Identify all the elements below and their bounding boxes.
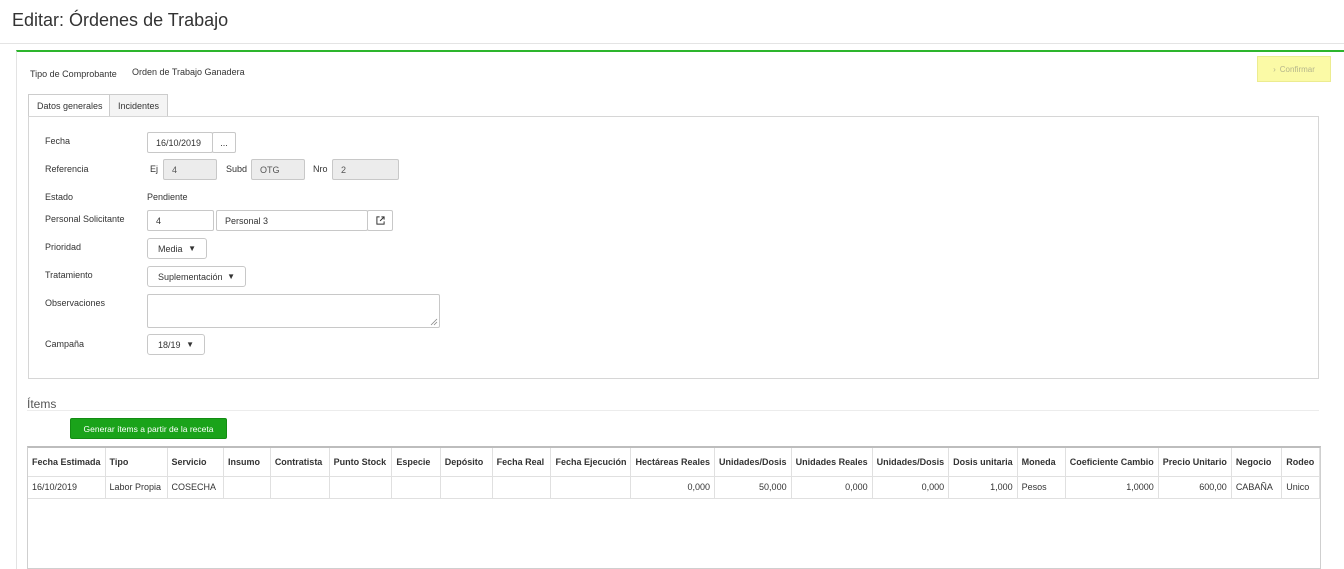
prioridad-select[interactable]: Media ▼ (147, 238, 207, 259)
estado-value: Pendiente (147, 192, 188, 202)
column-header[interactable]: Fecha Estimada (28, 448, 106, 477)
tab-incidentes[interactable]: Incidentes (109, 94, 169, 116)
personal-name-input[interactable]: Personal 3 (216, 210, 368, 231)
fecha-label: Fecha (45, 136, 71, 146)
caret-down-icon: ▼ (188, 244, 196, 253)
campana-value: 18/19 (158, 339, 181, 350)
column-header[interactable]: Servicio (167, 448, 225, 477)
personal-label: Personal Solicitante (45, 214, 125, 224)
campana-label: Campaña (45, 339, 85, 349)
table-cell[interactable] (550, 476, 632, 499)
items-table: Fecha Estimada Tipo Servicio Insumo Cont… (28, 448, 1320, 499)
confirm-button[interactable]: › Confirmar (1257, 56, 1331, 82)
prioridad-label: Prioridad (45, 242, 82, 252)
table-cell[interactable]: 1,0000 (1065, 476, 1159, 499)
page-header: Editar: Órdenes de Trabajo (0, 0, 1344, 44)
column-header[interactable]: Precio Unitario (1158, 448, 1232, 477)
column-header[interactable]: Dosis unitaria (948, 448, 1018, 477)
tab-label: Incidentes (118, 100, 160, 111)
column-header[interactable]: Contratista (270, 448, 330, 477)
observaciones-textarea[interactable] (147, 294, 440, 328)
table-cell[interactable] (391, 476, 441, 499)
tratamiento-value: Suplementación (158, 271, 223, 282)
nro-label: Nro (313, 164, 328, 174)
campana-select[interactable]: 18/19 ▼ (147, 334, 205, 355)
column-header[interactable]: Rodeo (1281, 448, 1320, 477)
nro-field: 2 (332, 159, 399, 180)
ej-field: 4 (163, 159, 217, 180)
table-cell[interactable]: 0,000 (791, 476, 873, 499)
column-header[interactable]: Coeficiente Cambio (1065, 448, 1159, 477)
table-cell[interactable]: 0,000 (630, 476, 716, 499)
column-header[interactable]: Unidades Reales (791, 448, 873, 477)
tab-body (28, 116, 1319, 379)
tratamiento-select[interactable]: Suplementación ▼ (147, 266, 246, 287)
column-header[interactable]: Punto Stock (329, 448, 393, 477)
tipo-comprobante-label: Tipo de Comprobante (30, 69, 117, 79)
column-header[interactable]: Especie (391, 448, 441, 477)
tratamiento-label: Tratamiento (45, 270, 93, 280)
table-cell[interactable]: 600,00 (1158, 476, 1232, 499)
tipo-comprobante-value: Orden de Trabajo Ganadera (132, 67, 245, 77)
table-cell[interactable]: Pesos (1017, 476, 1066, 499)
column-header[interactable]: Fecha Real (492, 448, 552, 477)
table-cell[interactable]: 50,000 (714, 476, 792, 499)
caret-down-icon: ▼ (186, 340, 194, 349)
ej-label: Ej (150, 164, 159, 174)
confirm-button-label: Confirmar (1279, 64, 1315, 74)
table-cell[interactable]: 16/10/2019 (28, 476, 106, 499)
table-cell[interactable] (440, 476, 493, 499)
column-header[interactable]: Moneda (1017, 448, 1066, 477)
table-cell[interactable]: 1,000 (948, 476, 1018, 499)
personal-code-input[interactable]: 4 (147, 210, 214, 231)
estado-label: Estado (45, 192, 74, 202)
table-cell[interactable] (492, 476, 552, 499)
table-cell[interactable] (223, 476, 271, 499)
generate-items-button[interactable]: Generar ítems a partir de la receta (70, 418, 227, 439)
chevron-right-icon: › (1273, 64, 1276, 74)
table-cell[interactable]: CABAÑA (1231, 476, 1283, 499)
resize-handle-icon[interactable] (430, 318, 438, 326)
tab-label: Datos generales (37, 101, 103, 111)
table-cell[interactable] (329, 476, 393, 499)
subd-label: Subd (226, 164, 248, 174)
column-header[interactable]: Insumo (223, 448, 271, 477)
items-title: Ítems (27, 397, 57, 411)
column-header[interactable]: Hectáreas Reales (630, 448, 716, 477)
external-link-icon (375, 216, 385, 225)
referencia-label: Referencia (45, 164, 89, 174)
table-row[interactable]: 16/10/2019 Labor Propia COSECHA 0,000 50… (28, 476, 1320, 499)
column-header[interactable]: Tipo (105, 448, 168, 477)
table-cell[interactable] (270, 476, 330, 499)
column-header[interactable]: Unidades/Dosis (872, 448, 950, 477)
divider (27, 410, 1319, 411)
column-header[interactable]: Negocio (1231, 448, 1283, 477)
caret-down-icon: ▼ (227, 272, 235, 281)
table-header-row: Fecha Estimada Tipo Servicio Insumo Cont… (28, 448, 1320, 477)
table-cell[interactable]: COSECHA (167, 476, 225, 499)
page-title: Editar: Órdenes de Trabajo (12, 10, 229, 30)
subd-field: OTG (251, 159, 305, 180)
fecha-picker-button[interactable]: ... (212, 132, 236, 153)
open-external-button[interactable] (367, 210, 393, 231)
table-cell[interactable]: Labor Propia (105, 476, 168, 499)
table-cell[interactable]: 0,000 (872, 476, 950, 499)
table-cell[interactable]: Unico (1281, 476, 1320, 499)
observaciones-label: Observaciones (45, 298, 106, 308)
column-header[interactable]: Unidades/Dosis (714, 448, 792, 477)
fecha-input[interactable]: 16/10/2019 (147, 132, 213, 153)
column-header[interactable]: Depósito (440, 448, 493, 477)
prioridad-value: Media (158, 243, 183, 254)
column-header[interactable]: Fecha Ejecución (550, 448, 632, 477)
items-grid: Fecha Estimada Tipo Servicio Insumo Cont… (27, 446, 1321, 569)
tab-datos-generales[interactable]: Datos generales (28, 94, 112, 117)
